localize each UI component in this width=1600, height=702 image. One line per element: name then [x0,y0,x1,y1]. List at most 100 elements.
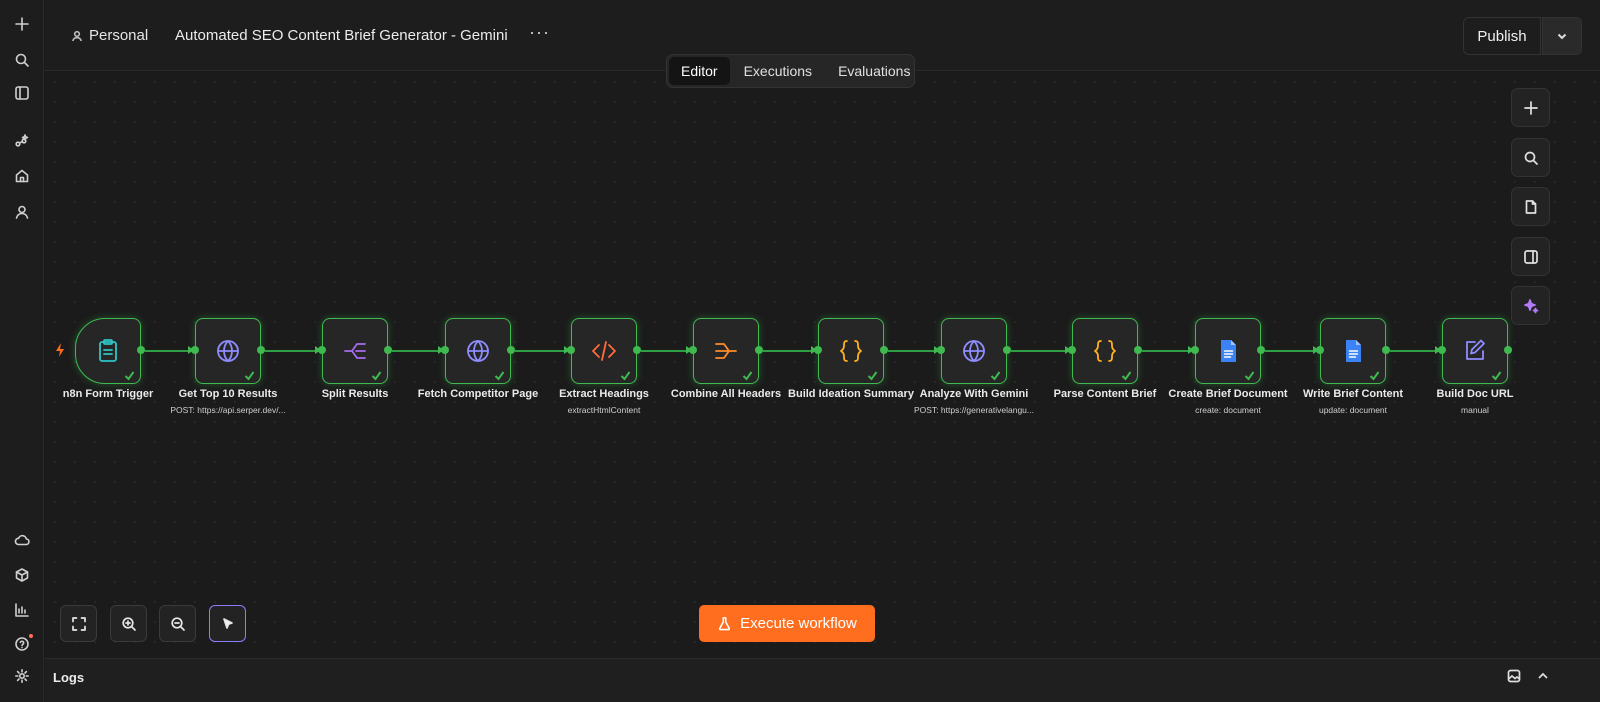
zoom-out-button[interactable] [159,605,196,642]
split-icon [344,343,366,359]
input-port[interactable] [1068,346,1076,354]
workflow-node[interactable] [693,318,759,384]
publish-button[interactable]: Publish [1463,17,1541,55]
success-check-icon [867,368,878,381]
tab-editor[interactable]: Editor [669,57,730,85]
merge-icon [715,343,737,359]
document-icon [1525,199,1536,214]
output-port[interactable] [880,346,888,354]
pointer-mode-button[interactable] [209,605,246,642]
zoom-out-icon [170,616,185,631]
home-icon[interactable] [10,164,34,188]
trigger-bolt-icon [56,343,64,357]
zoom-in-button[interactable] [110,605,147,642]
workflow-node[interactable] [1072,318,1138,384]
node-subtitle: manual [1461,405,1489,415]
package-icon[interactable] [10,563,34,587]
toggle-panel-button[interactable] [1511,237,1550,276]
output-port[interactable] [1134,346,1142,354]
execute-workflow-button[interactable]: Execute workflow [699,605,875,642]
output-port[interactable] [507,346,515,354]
input-port[interactable] [191,346,199,354]
project-name: Personal [89,27,149,44]
connection-line[interactable] [1011,349,1066,352]
input-port[interactable] [1191,346,1199,354]
output-port[interactable] [384,346,392,354]
search-icon[interactable] [10,48,34,72]
workflow-node[interactable] [195,318,261,384]
workflow-node[interactable] [445,318,511,384]
connection-line[interactable] [763,349,812,352]
workflow-node[interactable] [1320,318,1386,384]
output-port[interactable] [1257,346,1265,354]
sticky-note-button[interactable] [1511,187,1550,226]
input-port[interactable] [567,346,575,354]
workflow-node[interactable] [818,318,884,384]
google-docs-icon [1221,340,1236,362]
popout-logs-button[interactable] [1507,669,1523,685]
output-port[interactable] [755,346,763,354]
workflow-node[interactable] [571,318,637,384]
workflow-node[interactable] [75,318,141,384]
success-check-icon [371,368,382,381]
workflow-node[interactable] [1195,318,1261,384]
output-port[interactable] [633,346,641,354]
input-port[interactable] [1438,346,1446,354]
output-port[interactable] [1382,346,1390,354]
expand-logs-button[interactable] [1536,669,1552,685]
ai-assistant-button[interactable] [1511,286,1550,325]
input-port[interactable] [1316,346,1324,354]
input-port[interactable] [814,346,822,354]
logs-panel-bar[interactable]: Logs [45,658,1600,702]
add-node-button[interactable] [1511,88,1550,127]
input-port[interactable] [318,346,326,354]
panel-icon [1523,249,1538,264]
output-port[interactable] [257,346,265,354]
workflow-node[interactable] [322,318,388,384]
success-check-icon [124,368,135,381]
zoom-in-icon [121,616,136,631]
help-icon[interactable] [10,632,34,656]
project-breadcrumb[interactable]: Personal [71,27,148,44]
panel-icon[interactable] [10,81,34,105]
success-check-icon [620,368,631,381]
connection-line[interactable] [265,349,316,352]
publish-dropdown-button[interactable] [1542,17,1582,55]
input-port[interactable] [441,346,449,354]
chevron-down-icon [1557,33,1567,40]
workflow-node[interactable] [1442,318,1508,384]
output-port[interactable] [1003,346,1011,354]
workflow-title[interactable]: Automated SEO Content Brief Generator - … [175,27,508,44]
view-tabs: Editor Executions Evaluations [666,54,915,88]
connection-line[interactable] [392,349,439,352]
connection-line[interactable] [888,349,935,352]
input-port[interactable] [689,346,697,354]
settings-icon[interactable] [10,664,34,688]
connection-line[interactable] [1265,349,1314,352]
globe-icon [217,340,239,362]
connection-line[interactable] [145,349,189,352]
connection-line[interactable] [1142,349,1189,352]
tab-executions[interactable]: Executions [732,57,824,85]
connection-line[interactable] [641,349,687,352]
code-icon [592,341,616,361]
cursor-icon [222,617,233,629]
connection-line[interactable] [515,349,565,352]
search-nodes-button[interactable] [1511,138,1550,177]
workflow-node[interactable] [941,318,1007,384]
user-icon[interactable] [10,200,34,224]
success-check-icon [990,368,1001,381]
sparkle-nodes-icon[interactable] [10,128,34,152]
cloud-icon[interactable] [10,528,34,552]
fit-view-button[interactable] [60,605,97,642]
input-port[interactable] [937,346,945,354]
bar-chart-icon[interactable] [10,598,34,622]
tab-evaluations[interactable]: Evaluations [826,57,922,85]
output-port[interactable] [1504,346,1512,354]
execute-workflow-label: Execute workflow [740,615,857,632]
more-options-icon[interactable]: ··· [529,22,550,43]
search-icon [1524,151,1538,165]
output-port[interactable] [137,346,145,354]
connection-line[interactable] [1390,349,1436,352]
plus-icon[interactable] [10,12,34,36]
